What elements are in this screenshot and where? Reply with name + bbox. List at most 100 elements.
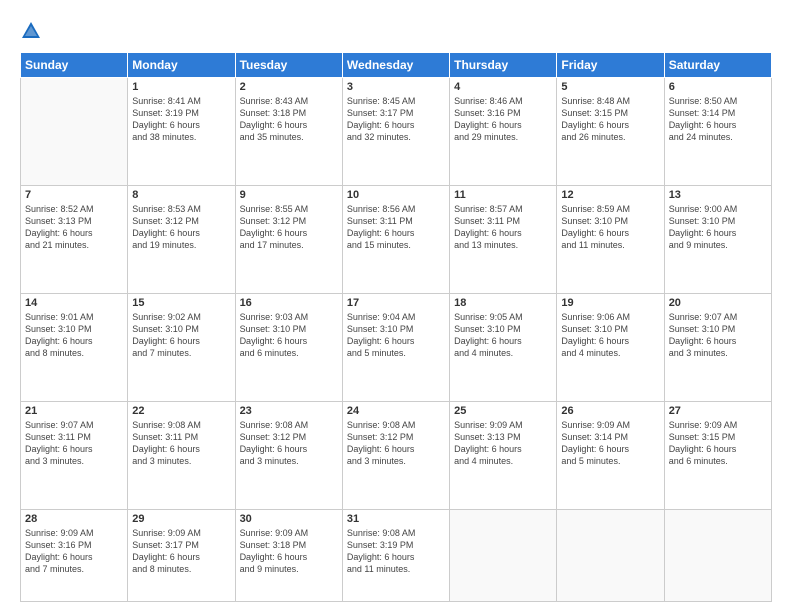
day-number: 11 xyxy=(454,189,552,201)
calendar-cell: 19 Sunrise: 9:06 AM Sunset: 3:10 PM Dayli… xyxy=(557,293,664,401)
weekday-header: Monday xyxy=(128,53,235,78)
calendar-cell: 23 Sunrise: 9:08 AM Sunset: 3:12 PM Dayli… xyxy=(235,401,342,509)
day-details: Sunrise: 9:08 AM Sunset: 3:19 PM Dayligh… xyxy=(347,527,445,576)
day-number: 3 xyxy=(347,81,445,93)
calendar-cell: 2Sunrise: 8:43 AM Sunset: 3:18 PM Daylig… xyxy=(235,78,342,186)
day-number: 8 xyxy=(132,189,230,201)
calendar-week-row: 7 Sunrise: 8:52 AM Sunset: 3:13 PM Daylig… xyxy=(21,185,772,293)
calendar-cell: 30 Sunrise: 9:09 AM Sunset: 3:18 PM Dayli… xyxy=(235,509,342,601)
day-number: 7 xyxy=(25,189,123,201)
day-details: Sunrise: 9:09 AM Sunset: 3:15 PM Dayligh… xyxy=(669,419,767,468)
calendar-week-row: 14 Sunrise: 9:01 AM Sunset: 3:10 PM Dayli… xyxy=(21,293,772,401)
weekday-header: Saturday xyxy=(664,53,771,78)
day-details: Sunrise: 8:52 AM Sunset: 3:13 PM Dayligh… xyxy=(25,203,123,252)
weekday-header: Sunday xyxy=(21,53,128,78)
calendar-cell: 20Sunrise: 9:07 AM Sunset: 3:10 PM Dayli… xyxy=(664,293,771,401)
day-details: Sunrise: 9:09 AM Sunset: 3:18 PM Dayligh… xyxy=(240,527,338,576)
day-number: 15 xyxy=(132,297,230,309)
day-details: Sunrise: 8:45 AM Sunset: 3:17 PM Dayligh… xyxy=(347,95,445,144)
day-details: Sunrise: 8:43 AM Sunset: 3:18 PM Dayligh… xyxy=(240,95,338,144)
calendar-cell: 7 Sunrise: 8:52 AM Sunset: 3:13 PM Daylig… xyxy=(21,185,128,293)
day-details: Sunrise: 9:09 AM Sunset: 3:13 PM Dayligh… xyxy=(454,419,552,468)
day-number: 1 xyxy=(132,81,230,93)
day-number: 21 xyxy=(25,405,123,417)
day-number: 18 xyxy=(454,297,552,309)
day-details: Sunrise: 9:06 AM Sunset: 3:10 PM Dayligh… xyxy=(561,311,659,360)
header xyxy=(20,18,772,42)
calendar-cell: 6Sunrise: 8:50 AM Sunset: 3:14 PM Daylig… xyxy=(664,78,771,186)
day-details: Sunrise: 9:04 AM Sunset: 3:10 PM Dayligh… xyxy=(347,311,445,360)
day-details: Sunrise: 8:48 AM Sunset: 3:15 PM Dayligh… xyxy=(561,95,659,144)
calendar-cell: 16 Sunrise: 9:03 AM Sunset: 3:10 PM Dayli… xyxy=(235,293,342,401)
calendar-cell: 3 Sunrise: 8:45 AM Sunset: 3:17 PM Daylig… xyxy=(342,78,449,186)
calendar-cell: 22 Sunrise: 9:08 AM Sunset: 3:11 PM Dayli… xyxy=(128,401,235,509)
calendar-cell: 31 Sunrise: 9:08 AM Sunset: 3:19 PM Dayli… xyxy=(342,509,449,601)
day-details: Sunrise: 8:53 AM Sunset: 3:12 PM Dayligh… xyxy=(132,203,230,252)
weekday-header: Friday xyxy=(557,53,664,78)
day-number: 17 xyxy=(347,297,445,309)
day-number: 14 xyxy=(25,297,123,309)
day-number: 25 xyxy=(454,405,552,417)
day-details: Sunrise: 8:55 AM Sunset: 3:12 PM Dayligh… xyxy=(240,203,338,252)
calendar-week-row: 1 Sunrise: 8:41 AM Sunset: 3:19 PM Daylig… xyxy=(21,78,772,186)
day-details: Sunrise: 9:03 AM Sunset: 3:10 PM Dayligh… xyxy=(240,311,338,360)
day-number: 24 xyxy=(347,405,445,417)
day-details: Sunrise: 8:59 AM Sunset: 3:10 PM Dayligh… xyxy=(561,203,659,252)
calendar-cell: 4Sunrise: 8:46 AM Sunset: 3:16 PM Daylig… xyxy=(450,78,557,186)
day-details: Sunrise: 9:02 AM Sunset: 3:10 PM Dayligh… xyxy=(132,311,230,360)
day-details: Sunrise: 9:00 AM Sunset: 3:10 PM Dayligh… xyxy=(669,203,767,252)
day-number: 4 xyxy=(454,81,552,93)
logo-icon xyxy=(20,20,42,42)
calendar-cell: 14 Sunrise: 9:01 AM Sunset: 3:10 PM Dayli… xyxy=(21,293,128,401)
calendar-cell: 15 Sunrise: 9:02 AM Sunset: 3:10 PM Dayli… xyxy=(128,293,235,401)
calendar-cell: 25 Sunrise: 9:09 AM Sunset: 3:13 PM Dayli… xyxy=(450,401,557,509)
calendar-cell xyxy=(664,509,771,601)
calendar-cell: 29 Sunrise: 9:09 AM Sunset: 3:17 PM Dayli… xyxy=(128,509,235,601)
day-details: Sunrise: 8:41 AM Sunset: 3:19 PM Dayligh… xyxy=(132,95,230,144)
day-number: 27 xyxy=(669,405,767,417)
day-number: 30 xyxy=(240,513,338,525)
calendar-cell: 27 Sunrise: 9:09 AM Sunset: 3:15 PM Dayli… xyxy=(664,401,771,509)
calendar-cell: 17 Sunrise: 9:04 AM Sunset: 3:10 PM Dayli… xyxy=(342,293,449,401)
calendar-cell: 1 Sunrise: 8:41 AM Sunset: 3:19 PM Daylig… xyxy=(128,78,235,186)
calendar-week-row: 21 Sunrise: 9:07 AM Sunset: 3:11 PM Dayli… xyxy=(21,401,772,509)
weekday-header: Tuesday xyxy=(235,53,342,78)
day-number: 9 xyxy=(240,189,338,201)
day-number: 16 xyxy=(240,297,338,309)
calendar-cell: 8 Sunrise: 8:53 AM Sunset: 3:12 PM Daylig… xyxy=(128,185,235,293)
page: SundayMondayTuesdayWednesdayThursdayFrid… xyxy=(0,0,792,612)
day-number: 22 xyxy=(132,405,230,417)
calendar-cell xyxy=(450,509,557,601)
day-details: Sunrise: 9:08 AM Sunset: 3:11 PM Dayligh… xyxy=(132,419,230,468)
weekday-header: Wednesday xyxy=(342,53,449,78)
day-number: 19 xyxy=(561,297,659,309)
day-details: Sunrise: 9:05 AM Sunset: 3:10 PM Dayligh… xyxy=(454,311,552,360)
day-number: 31 xyxy=(347,513,445,525)
calendar-cell: 21 Sunrise: 9:07 AM Sunset: 3:11 PM Dayli… xyxy=(21,401,128,509)
calendar-cell: 11Sunrise: 8:57 AM Sunset: 3:11 PM Dayli… xyxy=(450,185,557,293)
day-details: Sunrise: 9:07 AM Sunset: 3:11 PM Dayligh… xyxy=(25,419,123,468)
day-details: Sunrise: 9:08 AM Sunset: 3:12 PM Dayligh… xyxy=(240,419,338,468)
day-details: Sunrise: 9:01 AM Sunset: 3:10 PM Dayligh… xyxy=(25,311,123,360)
logo xyxy=(20,18,45,42)
calendar-cell xyxy=(557,509,664,601)
calendar-cell: 28Sunrise: 9:09 AM Sunset: 3:16 PM Dayli… xyxy=(21,509,128,601)
day-number: 28 xyxy=(25,513,123,525)
day-number: 23 xyxy=(240,405,338,417)
day-number: 26 xyxy=(561,405,659,417)
day-number: 20 xyxy=(669,297,767,309)
day-number: 5 xyxy=(561,81,659,93)
calendar-week-row: 28Sunrise: 9:09 AM Sunset: 3:16 PM Dayli… xyxy=(21,509,772,601)
calendar-cell: 24Sunrise: 9:08 AM Sunset: 3:12 PM Dayli… xyxy=(342,401,449,509)
day-details: Sunrise: 9:09 AM Sunset: 3:17 PM Dayligh… xyxy=(132,527,230,576)
day-number: 13 xyxy=(669,189,767,201)
day-number: 12 xyxy=(561,189,659,201)
calendar-cell: 26 Sunrise: 9:09 AM Sunset: 3:14 PM Dayli… xyxy=(557,401,664,509)
calendar-table: SundayMondayTuesdayWednesdayThursdayFrid… xyxy=(20,52,772,602)
day-number: 10 xyxy=(347,189,445,201)
calendar-cell xyxy=(21,78,128,186)
day-number: 29 xyxy=(132,513,230,525)
day-details: Sunrise: 8:50 AM Sunset: 3:14 PM Dayligh… xyxy=(669,95,767,144)
calendar-cell: 12 Sunrise: 8:59 AM Sunset: 3:10 PM Dayli… xyxy=(557,185,664,293)
day-details: Sunrise: 9:09 AM Sunset: 3:14 PM Dayligh… xyxy=(561,419,659,468)
